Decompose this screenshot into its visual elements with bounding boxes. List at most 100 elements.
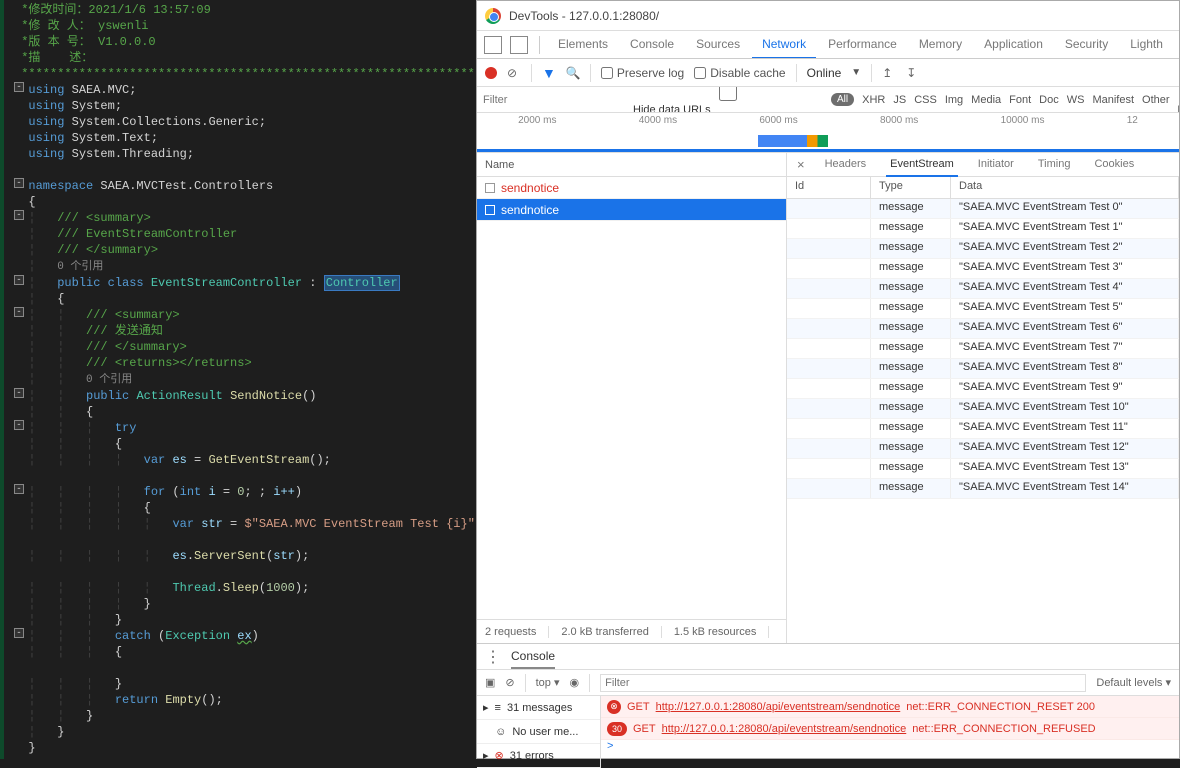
error-url[interactable]: http://127.0.0.1:28080/api/eventstream/s… xyxy=(656,701,901,713)
console-filter-input[interactable] xyxy=(600,674,1086,692)
eventstream-row[interactable]: message"SAEA.MVC EventStream Test 5" xyxy=(787,299,1179,319)
request-row[interactable]: sendnotice xyxy=(477,199,786,221)
eventstream-row[interactable]: message"SAEA.MVC EventStream Test 11" xyxy=(787,419,1179,439)
comment-line: *版 本 号： V1.0.0.0 xyxy=(0,34,476,50)
detail-tab-headers[interactable]: Headers xyxy=(821,153,871,176)
error-icon: ⊗ xyxy=(607,700,621,714)
devtools-titlebar[interactable]: DevTools - 127.0.0.1:28080/ xyxy=(477,1,1179,31)
sidebar-errors[interactable]: ▸ ⊗ 31 errors xyxy=(477,744,600,768)
tab-sources[interactable]: Sources xyxy=(686,31,750,58)
device-icon[interactable] xyxy=(510,36,528,54)
sidebar-toggle-icon[interactable]: ▣ xyxy=(485,676,495,689)
eventstream-row[interactable]: message"SAEA.MVC EventStream Test 4" xyxy=(787,279,1179,299)
filter-type[interactable]: WS xyxy=(1067,94,1085,106)
clear-console-icon[interactable]: ⊘ xyxy=(505,676,514,689)
error-url[interactable]: http://127.0.0.1:28080/api/eventstream/s… xyxy=(662,723,907,735)
search-icon[interactable]: 🔍 xyxy=(566,66,580,80)
hide-data-urls-checkbox[interactable]: Hide data URLs xyxy=(633,87,823,113)
filter-type[interactable]: Media xyxy=(971,94,1001,106)
filter-type[interactable]: Font xyxy=(1009,94,1031,106)
clear-icon[interactable]: ⊘ xyxy=(507,66,521,80)
highlighted-type: Controller xyxy=(324,275,400,291)
eventstream-row[interactable]: message"SAEA.MVC EventStream Test 14" xyxy=(787,479,1179,499)
download-icon[interactable]: ↧ xyxy=(906,66,920,80)
sidebar-messages[interactable]: ▸ ≡ 31 messages xyxy=(477,696,600,720)
fold-icon[interactable]: - xyxy=(14,388,24,398)
network-timeline[interactable]: 2000 ms 4000 ms 6000 ms 8000 ms 10000 ms… xyxy=(477,113,1179,153)
console-error-row[interactable]: ⊗GET http://127.0.0.1:28080/api/eventstr… xyxy=(601,696,1179,718)
tab-elements[interactable]: Elements xyxy=(548,31,618,58)
filter-type[interactable]: Other xyxy=(1142,94,1170,106)
using-line: using System.Threading; xyxy=(0,146,476,162)
detail-tab-initiator[interactable]: Initiator xyxy=(974,153,1018,176)
throttle-select[interactable]: Online xyxy=(807,66,842,80)
request-row[interactable]: sendnotice xyxy=(477,177,786,199)
eventstream-row[interactable]: message"SAEA.MVC EventStream Test 12" xyxy=(787,439,1179,459)
reference-count: 0 个引用 xyxy=(86,374,132,386)
eventstream-row[interactable]: message"SAEA.MVC EventStream Test 0" xyxy=(787,199,1179,219)
eventstream-row[interactable]: message"SAEA.MVC EventStream Test 7" xyxy=(787,339,1179,359)
fold-icon[interactable]: - xyxy=(14,82,24,92)
eventstream-row[interactable]: message"SAEA.MVC EventStream Test 1" xyxy=(787,219,1179,239)
tab-console[interactable]: Console xyxy=(620,31,684,58)
request-list: Name sendnotice sendnotice 2 requests 2.… xyxy=(477,153,787,643)
eventstream-row[interactable]: message"SAEA.MVC EventStream Test 10" xyxy=(787,399,1179,419)
comment-line: ****************************************… xyxy=(0,66,476,82)
fold-icon[interactable]: - xyxy=(14,178,24,188)
context-select[interactable]: top ▾ xyxy=(536,676,560,689)
file-icon xyxy=(485,183,495,193)
namespace-line: - namespace SAEA.MVCTest.Controllers xyxy=(0,178,476,194)
detail-tab-eventstream[interactable]: EventStream xyxy=(886,153,958,177)
eventstream-row[interactable]: message"SAEA.MVC EventStream Test 8" xyxy=(787,359,1179,379)
filter-type[interactable]: Img xyxy=(945,94,963,106)
inspect-icon[interactable] xyxy=(484,36,502,54)
filter-input[interactable] xyxy=(483,91,625,109)
tab-network[interactable]: Network xyxy=(752,31,816,59)
detail-tab-cookies[interactable]: Cookies xyxy=(1090,153,1138,176)
kebab-icon[interactable]: ⋮ xyxy=(485,647,501,667)
console-messages: ⊗GET http://127.0.0.1:28080/api/eventstr… xyxy=(601,696,1179,768)
fold-icon[interactable]: - xyxy=(14,210,24,220)
preserve-log-checkbox[interactable]: Preserve log xyxy=(601,66,684,80)
tab-performance[interactable]: Performance xyxy=(818,31,907,58)
disable-cache-checkbox[interactable]: Disable cache xyxy=(694,66,785,80)
eventstream-row[interactable]: message"SAEA.MVC EventStream Test 2" xyxy=(787,239,1179,259)
console-prompt[interactable]: > xyxy=(601,740,1179,752)
fold-icon[interactable]: - xyxy=(14,275,24,285)
fold-icon[interactable]: - xyxy=(14,484,24,494)
detail-tab-timing[interactable]: Timing xyxy=(1034,153,1075,176)
console-error-row[interactable]: 30GET http://127.0.0.1:28080/api/eventst… xyxy=(601,718,1179,740)
eventstream-row[interactable]: message"SAEA.MVC EventStream Test 9" xyxy=(787,379,1179,399)
filter-all[interactable]: All xyxy=(831,93,854,106)
window-title: DevTools - 127.0.0.1:28080/ xyxy=(509,9,659,23)
filter-type[interactable]: JS xyxy=(893,94,906,106)
filter-type[interactable]: Manifest xyxy=(1092,94,1134,106)
sidebar-user[interactable]: ☺ No user me... xyxy=(477,720,600,744)
code-editor[interactable]: *修改时间：2021/1/6 13:57:09 *修 改 人： yswenli … xyxy=(0,0,476,759)
eventstream-row[interactable]: message"SAEA.MVC EventStream Test 3" xyxy=(787,259,1179,279)
chevron-down-icon[interactable]: ▼ xyxy=(851,67,861,78)
eye-icon[interactable]: ◉ xyxy=(570,676,580,689)
eventstream-row[interactable]: message"SAEA.MVC EventStream Test 13" xyxy=(787,459,1179,479)
eventstream-row[interactable]: message"SAEA.MVC EventStream Test 6" xyxy=(787,319,1179,339)
timeline-bar xyxy=(758,135,828,147)
upload-icon[interactable]: ↥ xyxy=(882,66,896,80)
filter-type[interactable]: CSS xyxy=(914,94,937,106)
error-count-badge: 30 xyxy=(607,722,627,736)
log-level-select[interactable]: Default levels ▾ xyxy=(1096,676,1171,689)
filter-icon[interactable]: ▼ xyxy=(542,65,556,81)
tab-application[interactable]: Application xyxy=(974,31,1053,58)
filter-type[interactable]: XHR xyxy=(862,94,885,106)
tab-lighthouse[interactable]: Lighth xyxy=(1120,31,1173,58)
fold-icon[interactable]: - xyxy=(14,307,24,317)
close-icon[interactable]: × xyxy=(797,157,805,172)
tab-memory[interactable]: Memory xyxy=(909,31,972,58)
record-icon[interactable] xyxy=(485,67,497,79)
filter-type[interactable]: Doc xyxy=(1039,94,1059,106)
has-blocked-checkbox[interactable]: Has xyxy=(1178,87,1179,113)
console-tab[interactable]: Console xyxy=(511,644,555,669)
fold-icon[interactable]: - xyxy=(14,420,24,430)
tab-security[interactable]: Security xyxy=(1055,31,1118,58)
column-header-name[interactable]: Name xyxy=(477,153,786,177)
fold-icon[interactable]: - xyxy=(14,628,24,638)
